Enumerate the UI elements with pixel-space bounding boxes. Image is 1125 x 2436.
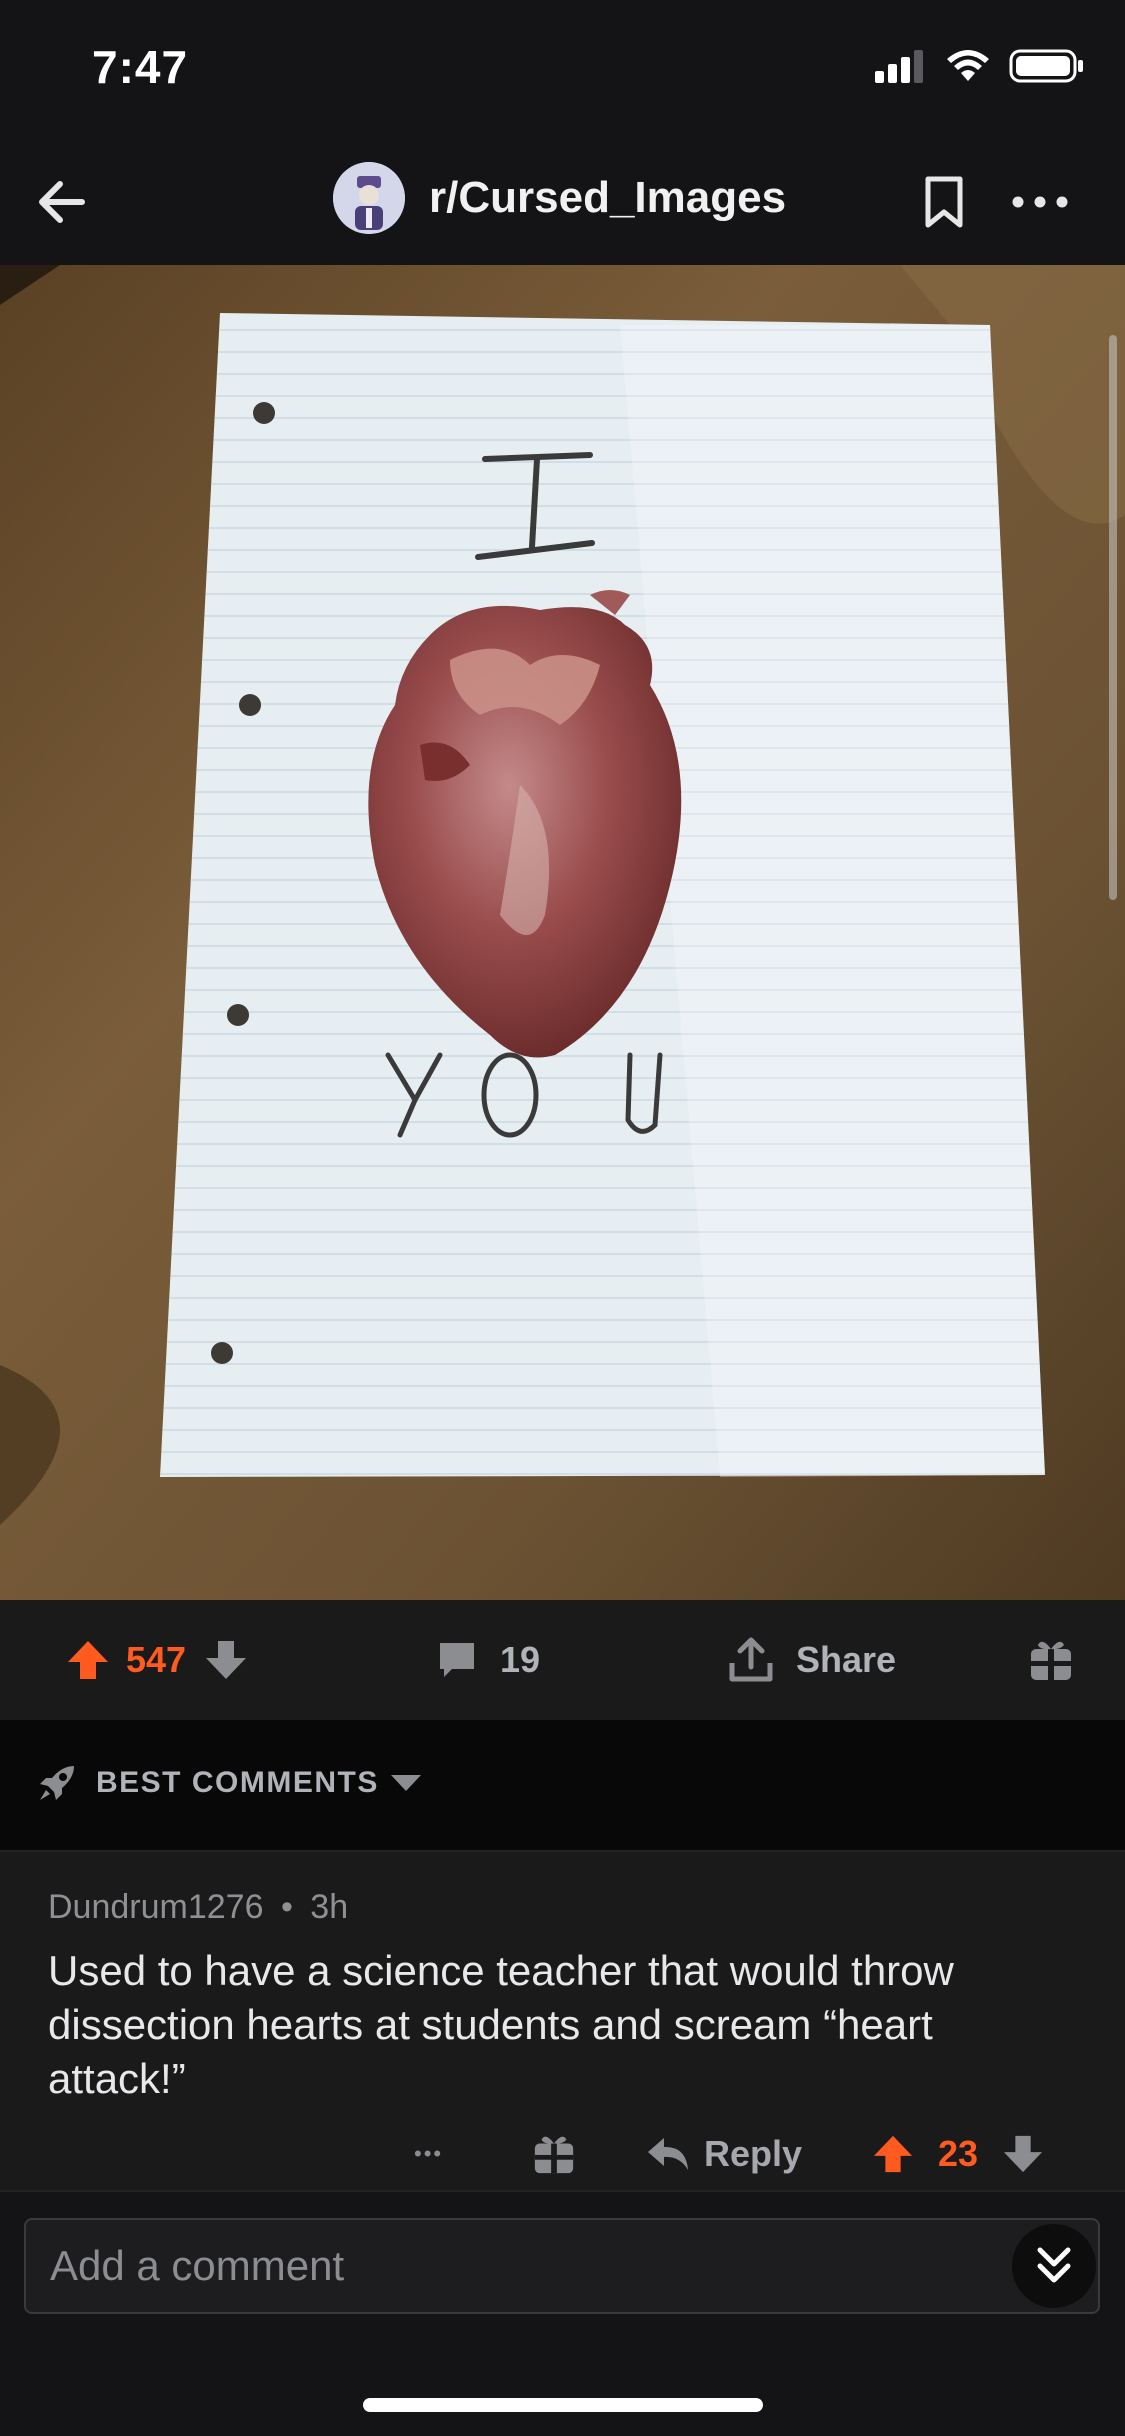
subreddit-name: r/Cursed_Images: [429, 173, 787, 222]
comment-sort-bar[interactable]: BEST COMMENTS: [0, 1720, 1125, 1850]
share-button[interactable]: Share: [728, 1600, 896, 1720]
reply-icon: [648, 2138, 688, 2170]
sort-selector[interactable]: BEST COMMENTS: [36, 1762, 423, 1804]
post-image[interactable]: [0, 265, 1125, 1600]
downvote-icon[interactable]: [204, 1638, 248, 1682]
bookmark-icon: [925, 176, 963, 228]
comments-button[interactable]: 19: [436, 1600, 540, 1720]
battery-icon: [1009, 49, 1083, 83]
comment-vote-count: 23: [938, 2133, 979, 2174]
comment-more-button[interactable]: •••: [414, 2114, 443, 2194]
upvote-icon[interactable]: [66, 1638, 110, 1682]
gift-icon: [1031, 1641, 1071, 1680]
comment-meta: Dundrum1276 • 3h: [48, 1888, 348, 1927]
vote-controls: 547: [66, 1600, 248, 1720]
share-icon: [729, 1637, 773, 1682]
status-time: 7:47: [92, 41, 189, 93]
jump-to-next-comment-button[interactable]: [1012, 2224, 1096, 2308]
rocket-icon: [40, 1766, 74, 1800]
chevron-down-icon: [390, 1775, 421, 1791]
reply-button[interactable]: Reply: [646, 2114, 802, 2194]
status-icons: [873, 48, 1085, 84]
comment-age: 3h: [310, 1888, 349, 1926]
share-label: Share: [796, 1639, 897, 1680]
more-icon: [1012, 196, 1068, 208]
award-button[interactable]: [1028, 1600, 1074, 1720]
home-indicator: [363, 2398, 763, 2412]
gift-icon: [534, 2136, 574, 2174]
post-header: r/Cursed_Images: [0, 140, 1125, 265]
post-action-bar: 547 19 Share: [0, 1600, 1125, 1720]
post-photo: [0, 265, 1125, 1600]
comment-author[interactable]: Dundrum1276: [48, 1888, 263, 1926]
back-button[interactable]: [30, 170, 94, 234]
comment-composer: Add a comment: [0, 2190, 1125, 2436]
comment-count: 19: [500, 1639, 541, 1680]
subreddit-avatar: [333, 162, 405, 234]
comment-icon: [440, 1643, 474, 1677]
save-post-button[interactable]: [912, 170, 976, 234]
comment-award-button[interactable]: [532, 2114, 576, 2194]
comment-body: Used to have a science teacher that woul…: [48, 1947, 954, 2102]
status-bar: 7:47: [0, 0, 1125, 140]
avatar-image: [333, 162, 405, 234]
comment-vote-controls: 23: [872, 2114, 1044, 2194]
more-dots: •••: [414, 2141, 444, 2166]
add-comment-input[interactable]: Add a comment: [24, 2218, 1100, 2314]
subreddit-link[interactable]: r/Cursed_Images: [333, 162, 786, 234]
wifi-icon: [947, 50, 989, 81]
comment-item: Dundrum1276 • 3h Used to have a science …: [0, 1850, 1125, 2190]
downvote-icon[interactable]: [1002, 2133, 1044, 2175]
comment-placeholder: Add a comment: [50, 2242, 345, 2289]
upvote-count: 547: [126, 1639, 187, 1680]
reply-label: Reply: [704, 2133, 803, 2174]
double-chevron-down-icon: [1037, 2247, 1071, 2283]
scroll-indicator[interactable]: [1109, 335, 1117, 900]
meta-separator: •: [280, 1888, 293, 1926]
more-options-button[interactable]: [1005, 170, 1075, 234]
comment-actions: ••• Reply 23: [0, 2114, 1125, 2194]
upvote-icon[interactable]: [872, 2133, 914, 2175]
back-arrow-icon: [39, 181, 85, 223]
cellular-signal-icon: [875, 50, 923, 83]
sort-label: BEST COMMENTS: [96, 1766, 379, 1799]
